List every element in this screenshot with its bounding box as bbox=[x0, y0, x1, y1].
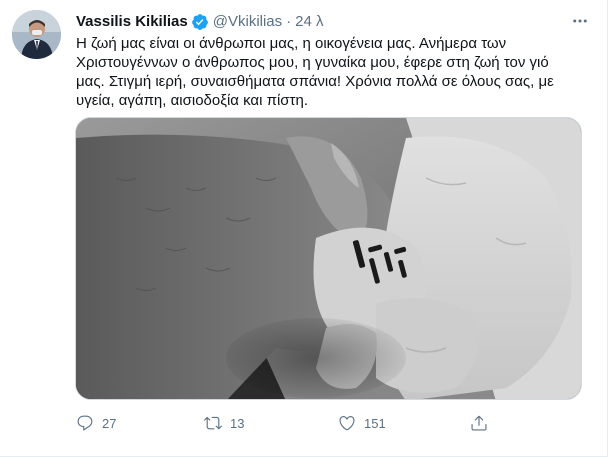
author-display-name[interactable]: Vassilis Kikilias bbox=[76, 12, 188, 32]
avatar[interactable] bbox=[12, 10, 61, 59]
like-count: 151 bbox=[364, 415, 386, 431]
reply-bubble-icon bbox=[68, 410, 102, 436]
heart-icon bbox=[330, 410, 364, 436]
more-dots-icon[interactable] bbox=[567, 8, 593, 34]
author-handle[interactable]: @Vkikilias bbox=[213, 12, 282, 32]
retweet-arrows-icon bbox=[196, 410, 230, 436]
tweet-card[interactable]: Vassilis Kikilias @Vkikilias · 24 λ Η ζω… bbox=[0, 0, 608, 457]
share-upload-icon bbox=[462, 410, 496, 436]
verified-badge-icon bbox=[191, 13, 209, 31]
tweet-header: Vassilis Kikilias @Vkikilias · 24 λ bbox=[76, 12, 324, 32]
reply-count: 27 bbox=[102, 415, 117, 431]
like-button[interactable]: 151 bbox=[330, 410, 386, 436]
tweet-timestamp[interactable]: 24 λ bbox=[295, 12, 323, 32]
reply-button[interactable]: 27 bbox=[68, 410, 116, 436]
tweet-text: Η ζωή μας είναι οι άνθρωποι μας, η οικογ… bbox=[76, 35, 554, 109]
retweet-button[interactable]: 13 bbox=[196, 410, 244, 436]
separator-dot: · bbox=[286, 13, 292, 30]
tweet-actions: 27 13 151 bbox=[68, 410, 588, 436]
retweet-count: 13 bbox=[230, 415, 245, 431]
share-button[interactable] bbox=[462, 410, 496, 436]
tweet-photo[interactable] bbox=[75, 117, 582, 400]
